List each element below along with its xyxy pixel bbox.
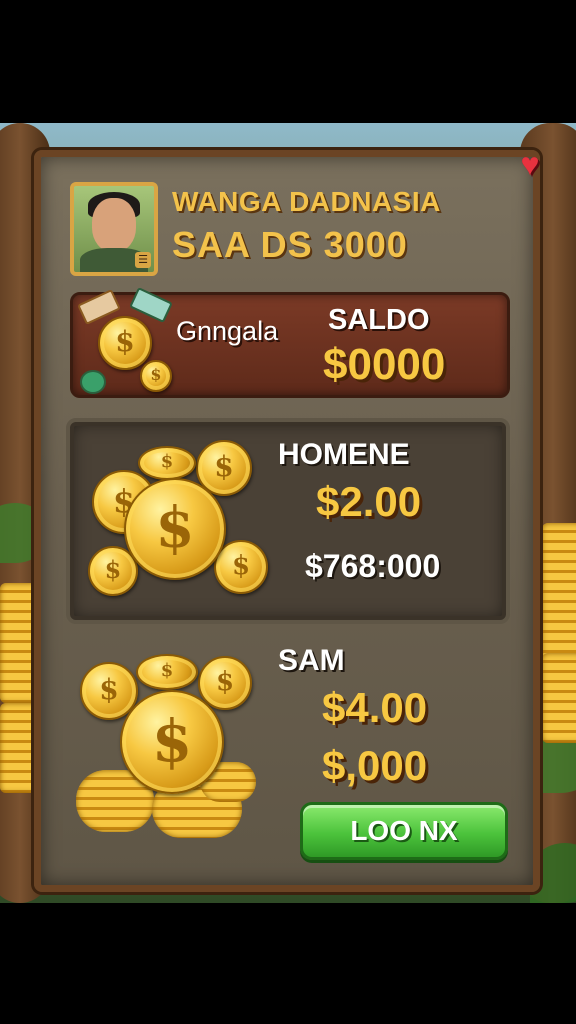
- avatar-face: [92, 198, 136, 252]
- coin-icon-large: $: [120, 690, 224, 794]
- heart-icon[interactable]: ♥: [512, 146, 548, 182]
- offer-title: HOMENE: [278, 438, 410, 471]
- offer-price: $2.00: [316, 478, 422, 525]
- offer-amount: $768:000: [305, 548, 441, 584]
- coin-stack-right-2: [542, 653, 576, 743]
- coin-icon: $: [140, 360, 172, 392]
- offer-amount: $,000: [322, 742, 428, 789]
- coin-icon-large: $: [124, 478, 226, 580]
- saldo-label: SALDO: [328, 304, 430, 336]
- avatar[interactable]: ☰: [70, 182, 158, 276]
- coin-icon: $: [98, 316, 152, 370]
- avatar-badge-icon: ☰: [135, 252, 151, 268]
- saldo-value: $0000: [323, 340, 446, 389]
- coin-icon: $: [138, 446, 196, 480]
- player-name: WANGA DADNASIA: [172, 186, 441, 217]
- balance-label: Gnngala: [176, 316, 279, 346]
- player-subtitle: SAA DS 3000: [172, 224, 408, 265]
- buy-button[interactable]: LOO NX: [300, 802, 508, 860]
- offer-title: SAM: [278, 644, 345, 677]
- offer-price: $4.00: [322, 684, 428, 731]
- coin-icon: $: [136, 654, 198, 690]
- coin-stack-right: [542, 523, 576, 663]
- gem-icon: [80, 370, 106, 394]
